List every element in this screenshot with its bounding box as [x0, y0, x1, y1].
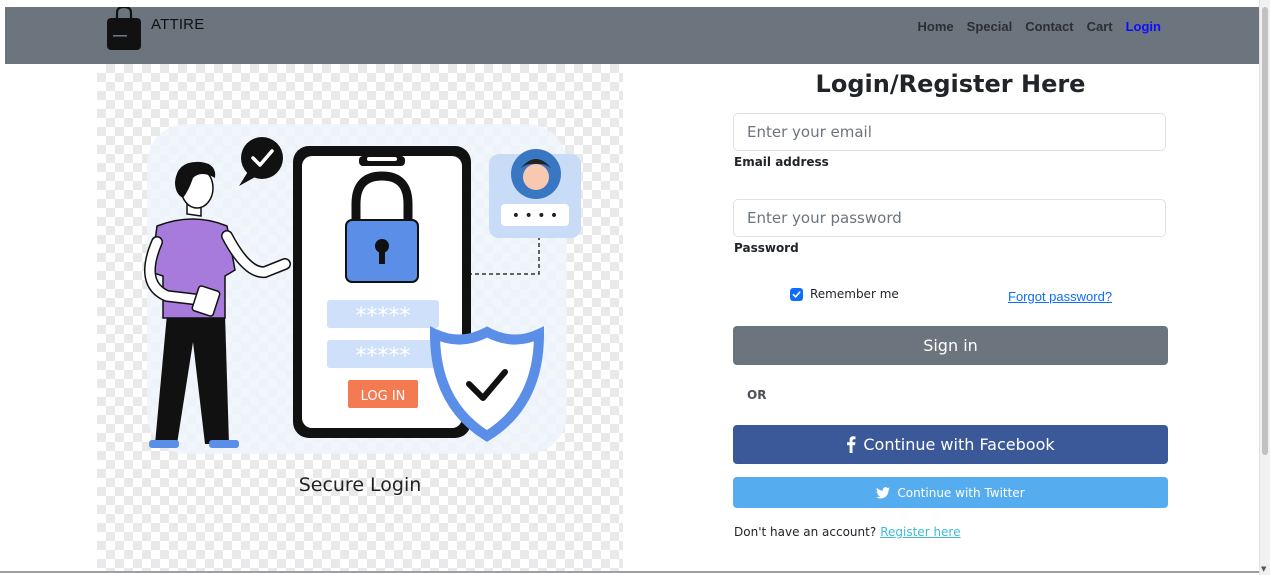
nav-contact[interactable]: Contact: [1025, 19, 1073, 34]
scroll-down-arrow-icon[interactable]: ▼: [1261, 565, 1266, 573]
facebook-label: Continue with Facebook: [863, 435, 1055, 454]
pin-mask: • • • •: [512, 208, 558, 224]
sign-in-button[interactable]: Sign in: [733, 326, 1168, 365]
remember-me[interactable]: Remember me: [790, 287, 899, 301]
twitter-icon: [876, 486, 891, 499]
sign-in-label: Sign in: [923, 336, 978, 355]
nav-login[interactable]: Login: [1126, 19, 1161, 34]
password-mask-2: *****: [356, 344, 411, 369]
scrollbar-thumb[interactable]: [1262, 7, 1268, 455]
nav-home[interactable]: Home: [918, 19, 954, 34]
nav-cart[interactable]: Cart: [1087, 19, 1113, 34]
brand[interactable]: ATTIRE: [106, 7, 204, 51]
twitter-label: Continue with Twitter: [897, 485, 1025, 500]
password-label: Password: [734, 241, 799, 255]
register-prompt: Don't have an account? Register here: [734, 525, 960, 539]
nav-special[interactable]: Special: [967, 19, 1013, 34]
illustration-caption: Secure Login: [298, 474, 422, 496]
nav-links: Home Special Contact Cart Login: [918, 19, 1161, 34]
email-label: Email address: [734, 155, 829, 169]
profile-card-icon: • • • •: [489, 149, 581, 238]
or-divider: OR: [747, 388, 767, 402]
page-bottom-border: [0, 571, 1259, 573]
vertical-scrollbar[interactable]: ▼: [1259, 0, 1270, 575]
shopping-bag-icon: [107, 7, 141, 50]
secure-login-illustration: • • • • ***** ***** LOG IN Secure Login: [97, 64, 623, 572]
facebook-login-button[interactable]: Continue with Facebook: [733, 425, 1168, 464]
remember-checkbox[interactable]: [790, 287, 803, 301]
checkmark-icon: [792, 290, 801, 298]
register-prompt-text: Don't have an account?: [734, 525, 877, 539]
navbar: ATTIRE Home Special Contact Cart Login: [5, 7, 1259, 64]
password-input[interactable]: [733, 199, 1166, 237]
email-input[interactable]: [733, 113, 1166, 151]
brand-name: ATTIRE: [151, 16, 205, 33]
remember-label: Remember me: [810, 287, 899, 301]
facebook-icon: [846, 436, 856, 453]
twitter-login-button[interactable]: Continue with Twitter: [733, 477, 1168, 508]
register-link[interactable]: Register here: [880, 525, 960, 539]
password-mask-1: *****: [356, 304, 411, 329]
page-title: Login/Register Here: [815, 70, 1086, 98]
forgot-password-link[interactable]: Forgot password?: [1008, 289, 1112, 304]
illustration-login-text: LOG IN: [361, 389, 406, 404]
